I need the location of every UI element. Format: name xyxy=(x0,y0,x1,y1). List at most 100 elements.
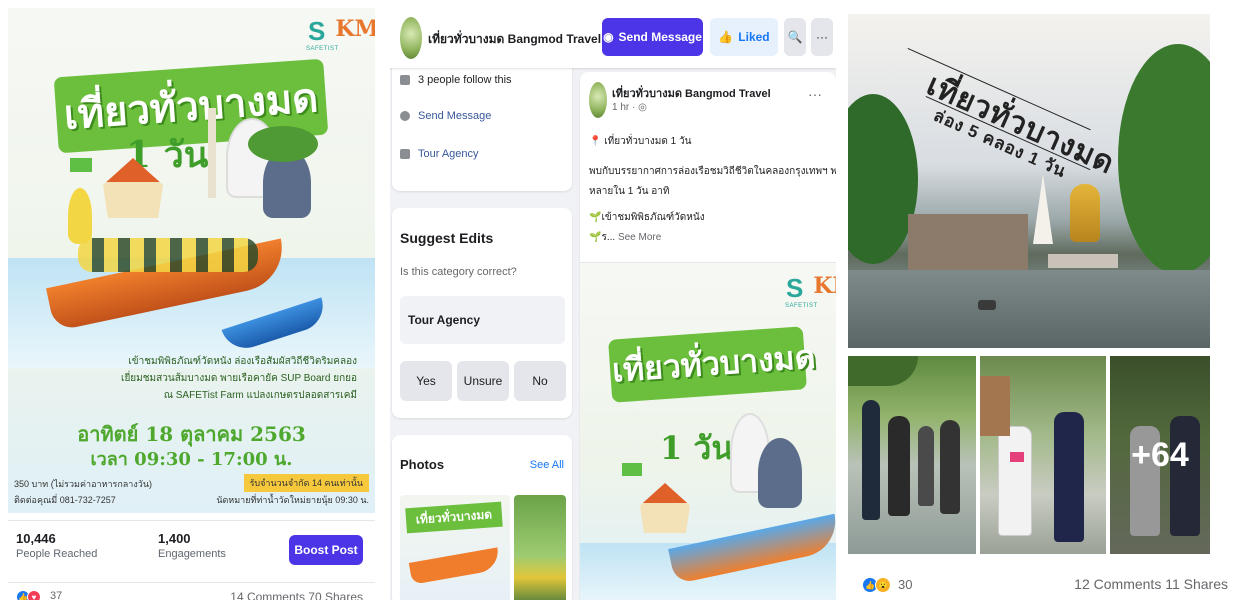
comments-shares-count[interactable]: 14 Comments 70 Shares xyxy=(230,590,363,600)
messenger-icon: ◉ xyxy=(603,30,614,44)
post-line5: ร... xyxy=(601,232,616,243)
event-price: 350 บาท (ไม่รวมค่าอาหารกลางวัน) xyxy=(14,479,152,489)
send-message-label: Send Message xyxy=(618,30,702,44)
boost-post-button[interactable]: Boost Post xyxy=(289,535,363,565)
paddler-figure xyxy=(68,188,92,244)
check-icon xyxy=(400,75,410,85)
send-message-button[interactable]: ◉ Send Message xyxy=(602,18,703,56)
boat-passengers xyxy=(78,238,258,272)
engagements-stat: 1,400 Engagements xyxy=(158,531,226,560)
see-all-photos-link[interactable]: See All xyxy=(530,459,564,471)
category-link[interactable]: Tour Agency xyxy=(418,148,479,160)
wow-reaction-icon: 😮 xyxy=(875,577,891,593)
facebook-page-panel: เที่ยวทั่วบางมด Bangmod Travel ◉ Send Me… xyxy=(390,8,836,600)
love-reaction-icon: ♥ xyxy=(27,590,41,600)
safetist-caption: SAFETIST xyxy=(306,46,339,52)
suggested-category: Tour Agency xyxy=(400,296,565,344)
sponsor-logos: S KM xyxy=(786,275,836,301)
reactions-bar: 👍 😮 30 12 Comments 11 Shares xyxy=(846,566,1242,600)
search-button[interactable]: 🔍 xyxy=(784,18,806,56)
poster-description: เข้าชมพิพิธภัณฑ์วัดหนัง ล่องเรือสัมผัสวิ… xyxy=(8,353,375,404)
houses xyxy=(908,214,1028,274)
thumb-title: เที่ยวทั่วบางมด xyxy=(405,501,503,534)
liked-button[interactable]: 👍 Liked xyxy=(710,18,778,56)
send-message-link[interactable]: Send Message xyxy=(418,110,491,122)
reaction-icons[interactable]: 👍 😮 xyxy=(862,577,891,593)
reaction-count[interactable]: 37 xyxy=(50,590,62,600)
more-photos-overlay[interactable]: +64 xyxy=(1110,356,1210,554)
category-row[interactable]: Tour Agency xyxy=(400,148,479,160)
people-reached-value: 10,446 xyxy=(16,531,56,546)
engagements-label: Engagements xyxy=(158,548,226,560)
post-poster-title: เที่ยวทั่วบางมด xyxy=(608,326,817,403)
see-more-link[interactable]: See More xyxy=(618,232,661,243)
boat-illustration xyxy=(408,547,502,585)
followers-row: 3 people follow this xyxy=(400,74,512,86)
thumbs-up-icon: 👍 xyxy=(718,30,734,44)
post-line2: พบกับบรรยากาศการล่องเรือชมวิถีชีวิตในคลอ… xyxy=(589,166,836,177)
event-time: เวลา 09:30 - 17:00 น. xyxy=(90,449,293,470)
post-timestamp[interactable]: 1 hr · ◎ xyxy=(612,102,647,113)
messenger-icon xyxy=(400,111,410,121)
send-message-row[interactable]: Send Message xyxy=(400,110,491,122)
photo-thumbnail-more[interactable]: +64 xyxy=(1110,356,1210,554)
post-line4: เข้าชมพิพิธภัณฑ์วัดหนัง xyxy=(601,212,705,223)
photo-thumbnail[interactable] xyxy=(514,495,566,600)
kmutt-logo: KM xyxy=(813,273,836,299)
person-figure xyxy=(918,426,934,506)
comments-shares-count[interactable]: 12 Comments 11 Shares xyxy=(1074,576,1228,592)
about-card: 3 people follow this Send Message Tour A… xyxy=(392,60,572,191)
poster-line: เข้าชมพิพิธภัณฑ์วัดหนัง ล่องเรือสัมผัสวิ… xyxy=(128,356,357,367)
sponsor-logos: S KM xyxy=(308,18,375,44)
post-line1: เที่ยวทั่วบางมด 1 วัน xyxy=(604,136,692,147)
temple-illustration xyxy=(640,483,690,533)
safetist-caption: SAFETIST xyxy=(785,303,818,309)
person-figure xyxy=(888,416,910,516)
event-poster-image[interactable]: S KM SAFETIST เที่ยวทั่วบางมด 1 วัน เข้า… xyxy=(8,8,375,513)
safetist-logo: S xyxy=(786,273,804,303)
more-options-button[interactable]: ··· xyxy=(811,18,833,56)
post-author-avatar[interactable] xyxy=(589,82,607,118)
event-contact: ติดต่อคุณมี่ 081-732-7257 xyxy=(14,495,116,505)
photos-title: Photos xyxy=(400,457,445,472)
post-options-icon[interactable]: ··· xyxy=(808,86,822,102)
post-line: 📍 เที่ยวทั่วบางมด 1 วัน xyxy=(589,134,691,149)
foliage xyxy=(848,356,918,386)
post-image[interactable]: S KM SAFETIST เที่ยวทั่วบางมด 1 วัน xyxy=(580,262,836,600)
people-reached-label: People Reached xyxy=(16,548,98,560)
post-panel-left: S KM SAFETIST เที่ยวทั่วบางมด 1 วัน เข้า… xyxy=(8,8,375,600)
suggest-edits-title: Suggest Edits xyxy=(400,230,494,246)
suggest-edits-card: Suggest Edits Is this category correct? … xyxy=(392,208,572,418)
followers-text: 3 people follow this xyxy=(418,74,512,86)
no-button[interactable]: No xyxy=(514,361,566,401)
search-icon: 🔍 xyxy=(787,30,803,44)
poster-line: ณ SAFETist Farm แปลงเกษตรปลอดสารเคมี xyxy=(163,390,357,401)
reaction-icons[interactable]: 👍 ♥ xyxy=(16,590,41,600)
post-poster-one-day: 1 วัน xyxy=(660,429,734,467)
green-flag xyxy=(622,463,642,476)
megaphone xyxy=(1010,452,1024,462)
photo-thumbnail-guides[interactable] xyxy=(980,356,1106,554)
meeting-point: นัดหมายที่ท่าน้ำวัดใหม่ยายนุ้ย 09:30 น. xyxy=(216,495,369,505)
photo-thumbnail[interactable]: เที่ยวทั่วบางมด xyxy=(400,495,510,600)
photos-card: Photos See All เที่ยวทั่วบางมด xyxy=(392,435,572,600)
post-insights: 10,446 People Reached 1,400 Engagements … xyxy=(8,520,375,582)
leaf-icon: 🌱 xyxy=(589,232,602,243)
yes-button[interactable]: Yes xyxy=(400,361,452,401)
page-name[interactable]: เที่ยวทั่วบางมด Bangmod Travel xyxy=(428,30,601,49)
photo-thumbnail-group[interactable] xyxy=(848,356,976,554)
suggest-edits-question: Is this category correct? xyxy=(400,266,517,278)
canal xyxy=(848,270,1210,348)
reaction-count[interactable]: 30 xyxy=(898,577,912,592)
cover-photo[interactable]: เที่ยวทั่วบางมด ล่อง 5 คลอง 1 วัน xyxy=(848,14,1210,348)
safetist-logo: S xyxy=(308,16,326,46)
poster-line: เยี่ยมชมสวนส้มบางมด พายเรือคายัค SUP Boa… xyxy=(121,373,357,384)
unsure-button[interactable]: Unsure xyxy=(457,361,509,401)
post-author-name[interactable]: เที่ยวทั่วบางมด Bangmod Travel xyxy=(612,84,771,102)
leaf-icon: 🌱 xyxy=(589,212,602,223)
people-reached-stat: 10,446 People Reached xyxy=(16,531,97,560)
post-line: 🌱เข้าชมพิพิธภัณฑ์วัดหนัง xyxy=(589,210,705,225)
more-icon: ··· xyxy=(816,30,828,44)
post-line: 🌱ร... See More xyxy=(589,230,661,245)
page-avatar[interactable] xyxy=(400,17,422,59)
